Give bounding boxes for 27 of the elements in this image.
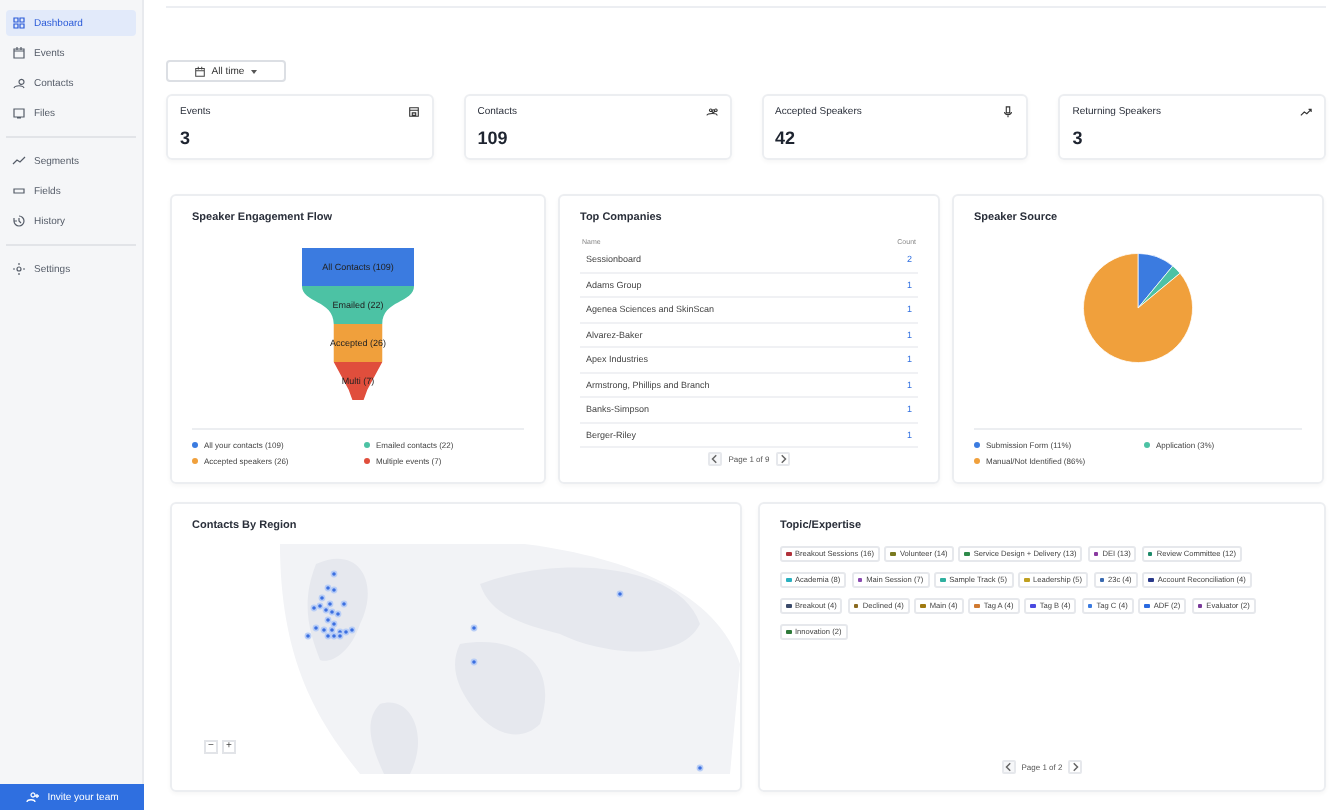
chevron-right-icon <box>777 454 788 464</box>
nav-icon <box>12 214 26 228</box>
stat-value: 3 <box>1072 128 1085 148</box>
stat-value: 109 <box>477 128 510 148</box>
user-plus-icon <box>25 790 40 804</box>
nav-icon <box>12 262 26 276</box>
calendar-icon <box>193 65 206 77</box>
chevron-left-icon <box>1003 762 1014 772</box>
stat-icon <box>407 106 420 118</box>
nav-icon <box>12 184 26 198</box>
stat-icon <box>1002 106 1015 118</box>
nav-icon <box>12 76 26 90</box>
caret-icon <box>250 67 259 75</box>
nav-icon <box>12 154 26 168</box>
next-page-button[interactable] <box>775 452 790 466</box>
next-page-button[interactable] <box>1068 760 1083 774</box>
stat-icon <box>705 106 717 118</box>
chevron-right-icon <box>1070 762 1081 772</box>
stat-icon <box>1300 106 1312 118</box>
nav-icon <box>12 16 26 30</box>
stat-value: 3 <box>180 128 193 148</box>
nav-icon <box>12 46 26 60</box>
chevron-left-icon <box>710 454 721 464</box>
previous-page-button[interactable] <box>1001 760 1016 774</box>
nav-icon <box>12 106 26 120</box>
stat-value: 42 <box>775 128 798 148</box>
previous-page-button[interactable] <box>708 452 723 466</box>
